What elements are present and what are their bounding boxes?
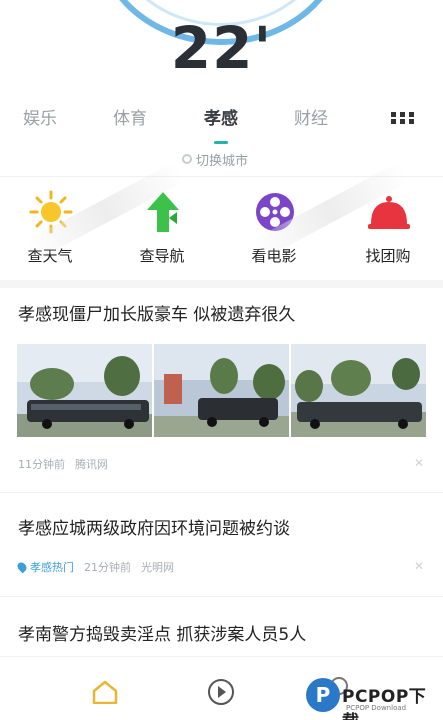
- shortcut-label: 查导航: [139, 247, 185, 265]
- shortcut-label: 找团购: [365, 247, 411, 265]
- active-tab-indicator: [214, 141, 228, 144]
- tab-xiaogan[interactable]: 孝感: [204, 104, 238, 129]
- divider: [0, 492, 443, 493]
- thumbnail-image[interactable]: [17, 344, 152, 437]
- article-meta: 孝感热门 21分钟前 光明网: [15, 559, 174, 575]
- close-icon[interactable]: ✕: [414, 559, 424, 573]
- watermark-logo: P PCPOP下载 PCPOP Download: [306, 676, 443, 720]
- watermark-subtext: PCPOP Download: [346, 704, 407, 712]
- thumbnail-image[interactable]: [154, 344, 289, 437]
- article-source: 腾讯网: [75, 458, 108, 471]
- section-gap: [0, 280, 443, 288]
- article-time: 11分钟前: [18, 458, 65, 471]
- close-icon[interactable]: ✕: [414, 456, 424, 470]
- switch-city-label: 切换城市: [196, 153, 249, 169]
- divider: [0, 596, 443, 597]
- article-source: 光明网: [141, 561, 174, 574]
- article-thumbnails[interactable]: [17, 344, 427, 437]
- watermark-text: PCPOP下载: [342, 687, 427, 720]
- temperature[interactable]: 22': [0, 14, 443, 82]
- article-time: 21分钟前: [84, 561, 131, 574]
- video-play-icon[interactable]: [208, 679, 234, 705]
- thumbnail-image[interactable]: [291, 344, 426, 437]
- switch-city-button[interactable]: 切换城市: [182, 150, 249, 169]
- home-icon[interactable]: [92, 680, 118, 704]
- weather-header: 22': [0, 0, 443, 96]
- category-tabs: 娱乐 体育 孝感 财经: [0, 98, 443, 144]
- watermark-badge: P: [306, 678, 340, 712]
- hot-tag-label: 孝感热门: [30, 561, 74, 574]
- tab-finance[interactable]: 财经: [294, 104, 328, 129]
- hot-tag[interactable]: 孝感热门: [15, 559, 74, 575]
- location-icon: [182, 154, 192, 164]
- location-pin-icon: [15, 560, 29, 574]
- article-title[interactable]: 孝感应城两级政府因环境问题被约谈: [18, 514, 290, 539]
- tab-sports[interactable]: 体育: [113, 104, 147, 129]
- grid-icon[interactable]: [391, 112, 415, 124]
- article-meta: 11分钟前 腾讯网: [18, 456, 108, 472]
- article-title[interactable]: 孝感现僵尸加长版豪车 似被遗弃很久: [18, 300, 295, 325]
- tab-entertainment[interactable]: 娱乐: [23, 104, 57, 129]
- article-title[interactable]: 孝南警方捣毁卖淫点 抓获涉案人员5人: [18, 620, 306, 645]
